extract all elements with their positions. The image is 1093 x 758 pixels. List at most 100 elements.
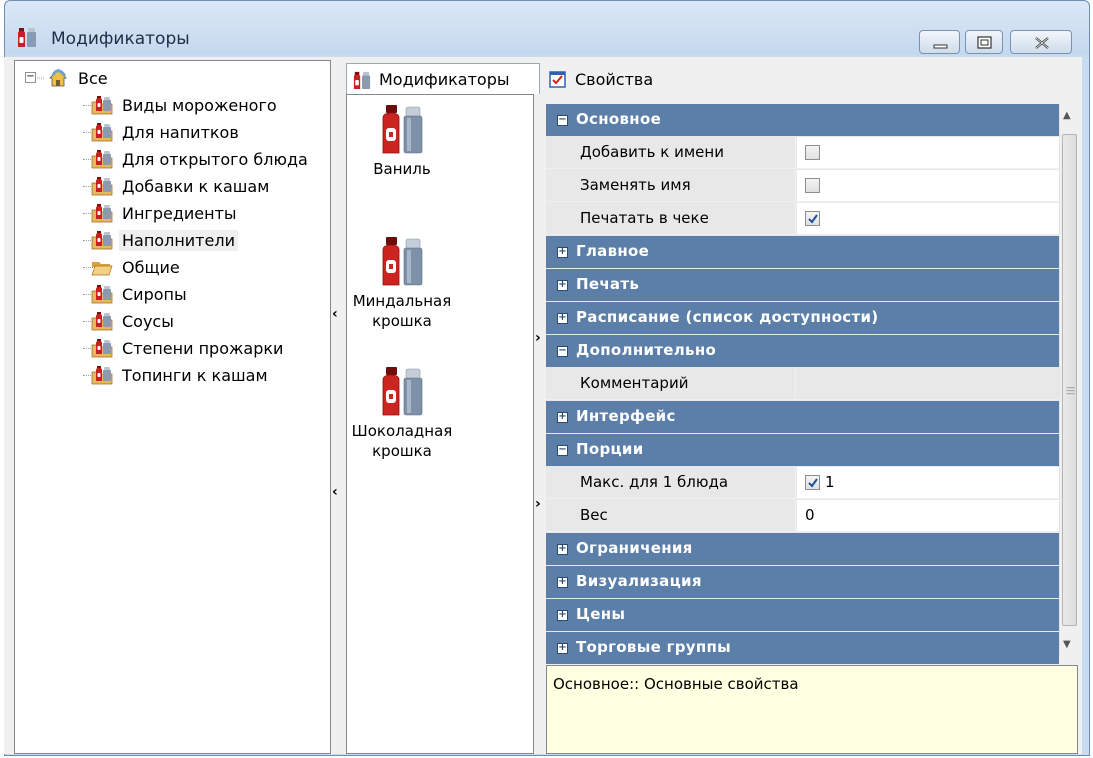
property-row[interactable]: Заменять имя — [546, 170, 1059, 202]
tree-item[interactable]: Наполнители — [77, 227, 238, 253]
maximize-icon — [977, 36, 992, 49]
tree-item[interactable]: Соусы — [77, 308, 177, 334]
checkbox-unchecked[interactable] — [805, 178, 820, 193]
modifier-item[interactable]: Миндальная крошка — [347, 235, 457, 331]
property-category[interactable]: + Цены — [546, 599, 1059, 631]
modifier-item-label: Миндальная крошка — [352, 292, 452, 330]
modifier-item-label: Шоколадная крошка — [351, 422, 453, 460]
property-value-text: 1 — [825, 473, 835, 491]
modifier-item[interactable]: Шоколадная крошка — [347, 365, 457, 461]
tree-connector — [83, 105, 93, 106]
splitter-expand-icon[interactable]: ‹ — [332, 484, 338, 500]
checkbox-checked[interactable] — [805, 211, 820, 226]
property-value[interactable]: 0 — [797, 500, 1059, 531]
property-row[interactable]: Макс. для 1 блюда 1 — [546, 467, 1059, 499]
tree-item[interactable]: Добавки к кашам — [77, 173, 272, 199]
expand-icon[interactable]: + — [557, 577, 568, 588]
title-bar[interactable]: Модификаторы — [5, 1, 1089, 55]
property-category[interactable]: + Интерфейс — [546, 401, 1059, 433]
tree-item[interactable]: Виды мороженого — [77, 92, 280, 118]
property-category-label: Печать — [576, 275, 640, 293]
folder-bottle-icon — [91, 202, 119, 224]
tree-root[interactable]: Все — [47, 65, 111, 91]
tree-connector — [83, 348, 93, 349]
property-name: Добавить к имени — [546, 137, 796, 168]
expand-icon[interactable]: + — [557, 280, 568, 291]
property-category[interactable]: + Ограничения — [546, 533, 1059, 565]
scrollbar-thumb[interactable]: — — — — [1062, 134, 1077, 626]
close-icon — [1035, 37, 1049, 49]
close-button[interactable] — [1010, 30, 1072, 54]
tab-properties[interactable]: Свойства — [543, 63, 673, 95]
category-tree[interactable]: − Все Виды мороженого Для напитков Для отк… — [14, 60, 331, 754]
scroll-down-icon[interactable]: ▼ — [1063, 639, 1071, 650]
property-value[interactable] — [797, 368, 1059, 399]
property-description: Основное:: Основные свойства — [546, 665, 1078, 754]
expand-icon[interactable]: + — [557, 643, 568, 654]
ketchup-salt-icon — [347, 103, 457, 155]
property-category-label: Основное — [576, 110, 662, 128]
property-value[interactable] — [797, 137, 1059, 168]
property-value[interactable] — [797, 203, 1059, 234]
property-grid-scrollbar[interactable]: ▲ — — — ▼ — [1059, 104, 1078, 656]
property-category[interactable]: − Дополнительно — [546, 335, 1059, 367]
expand-icon[interactable]: + — [557, 544, 568, 555]
property-value[interactable]: 1 — [797, 467, 1059, 498]
collapse-icon[interactable]: − — [557, 445, 568, 456]
modifier-item[interactable]: Ваниль — [347, 103, 457, 179]
folder-bottle-icon — [91, 364, 119, 386]
property-category-label: Визуализация — [576, 572, 702, 590]
property-row[interactable]: Печатать в чеке — [546, 203, 1059, 235]
property-category[interactable]: + Торговые группы — [546, 632, 1059, 664]
right-splitter[interactable]: › › — [535, 94, 543, 754]
property-name: Макс. для 1 блюда — [546, 467, 796, 498]
tree-item[interactable]: Общие — [77, 254, 183, 280]
expand-icon[interactable]: + — [557, 313, 568, 324]
tree-item-label: Сиропы — [122, 284, 187, 304]
property-row[interactable]: Добавить к имени — [546, 137, 1059, 169]
splitter-right-expand-icon[interactable]: › — [535, 330, 541, 346]
property-value-text: 0 — [805, 506, 815, 524]
tree-item[interactable]: Для напитков — [77, 119, 242, 145]
scroll-up-icon[interactable]: ▲ — [1063, 110, 1071, 121]
tree-item[interactable]: Сиропы — [77, 281, 190, 307]
collapse-icon[interactable]: − — [557, 115, 568, 126]
expand-icon[interactable]: + — [557, 610, 568, 621]
house-icon — [49, 69, 67, 87]
property-category[interactable]: + Расписание (список доступности) — [546, 302, 1059, 334]
tree-item[interactable]: Для открытого блюда — [77, 146, 311, 172]
splitter-collapse-icon[interactable]: ‹ — [332, 306, 338, 322]
property-grid[interactable]: − Основное Добавить к имени Заменять имя Печ… — [546, 104, 1059, 664]
property-category[interactable]: − Основное — [546, 104, 1059, 136]
maximize-button[interactable] — [965, 30, 1003, 54]
folder-bottle-icon — [91, 337, 119, 359]
minimize-button[interactable] — [919, 30, 960, 54]
modifiers-list[interactable]: Ваниль Миндальная крошка Шоколадная крошка — [346, 94, 534, 754]
expand-icon[interactable]: + — [557, 247, 568, 258]
folder-bottle-icon — [91, 121, 119, 143]
folder-bottle-icon — [91, 94, 119, 116]
property-category[interactable]: + Главное — [546, 236, 1059, 268]
property-row[interactable]: Вес 0 — [546, 500, 1059, 532]
tree-item[interactable]: Топинги к кашам — [77, 362, 271, 388]
checkbox-checked[interactable] — [805, 475, 820, 490]
splitter-right-collapse-icon[interactable]: › — [535, 496, 541, 512]
tree-connector — [83, 132, 93, 133]
property-row[interactable]: Комментарий — [546, 368, 1059, 400]
property-value[interactable] — [797, 170, 1059, 201]
tree-item[interactable]: Ингредиенты — [77, 200, 240, 226]
tab-modifiers[interactable]: Модификаторы — [346, 63, 540, 95]
property-category-label: Дополнительно — [576, 341, 717, 359]
collapse-icon[interactable]: − — [557, 346, 568, 357]
property-category[interactable]: − Порции — [546, 434, 1059, 466]
left-splitter[interactable]: ‹ ‹ — [332, 60, 341, 754]
window-title: Модификаторы — [51, 29, 190, 49]
property-category[interactable]: + Печать — [546, 269, 1059, 301]
tree-item[interactable]: Степени прожарки — [77, 335, 286, 361]
checkbox-unchecked[interactable] — [805, 145, 820, 160]
tree-connector — [83, 240, 93, 241]
expand-icon[interactable]: + — [557, 412, 568, 423]
property-category[interactable]: + Визуализация — [546, 566, 1059, 598]
tree-connector — [83, 186, 93, 187]
property-name: Комментарий — [546, 368, 796, 399]
